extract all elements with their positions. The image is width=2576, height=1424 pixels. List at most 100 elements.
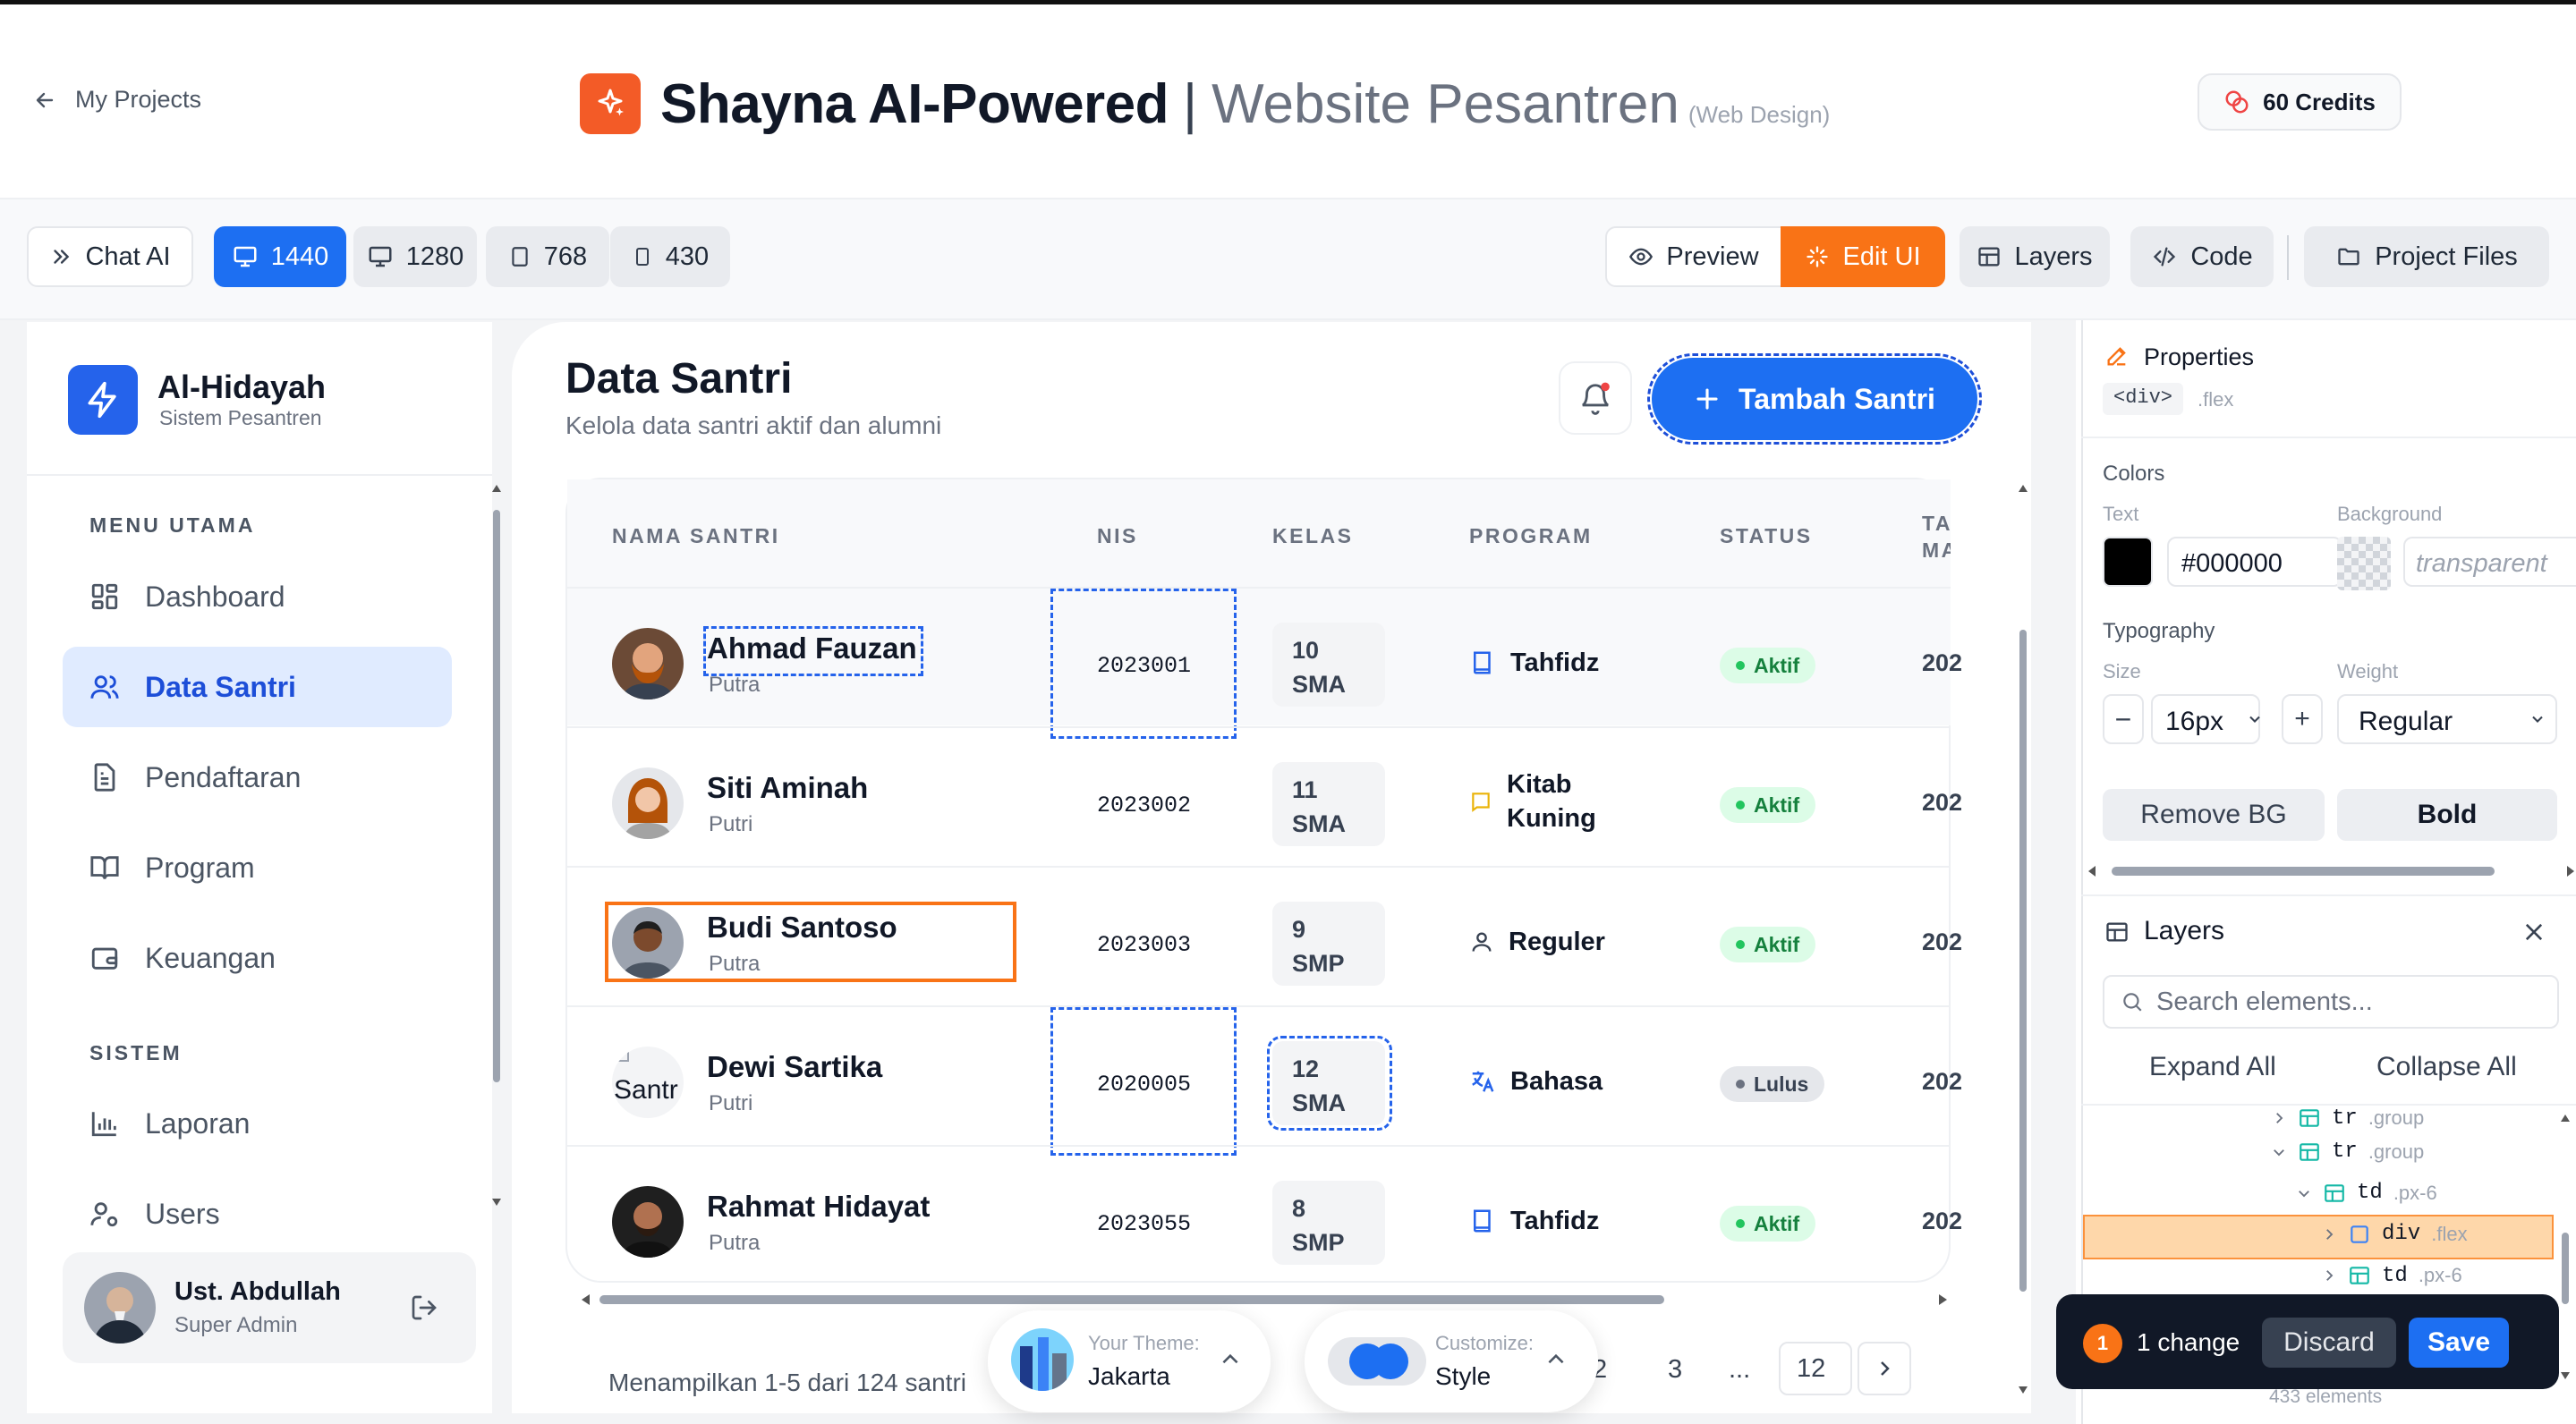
theme-label: Your Theme: <box>1088 1332 1200 1354</box>
customize-selector[interactable]: Customize: Style <box>1305 1310 1598 1412</box>
page-button-12[interactable]: 12 <box>1779 1342 1852 1395</box>
preview-label: Preview <box>1666 242 1759 271</box>
collapse-all-button[interactable]: Collapse All <box>2376 1052 2517 1082</box>
layers-search-input[interactable]: Search elements... <box>2103 975 2559 1029</box>
kelas-grade: 11 <box>1292 776 1318 803</box>
width-1280-button[interactable]: 1280 <box>353 226 477 287</box>
user-icon <box>1469 929 1494 954</box>
remove-bg-button[interactable]: Remove BG <box>2103 789 2325 841</box>
layer-tree-item-selected[interactable]: div .flex <box>2321 1222 2468 1246</box>
chat-ai-button[interactable]: Chat AI <box>27 226 193 287</box>
column-header-tahun: TAH <box>1922 512 1951 535</box>
sidebar-item-label: Pendaftaran <box>145 760 302 793</box>
status-label: Aktif <box>1754 793 1800 817</box>
credits-badge[interactable]: 60 Credits <box>2198 73 2402 131</box>
element-tag: <div> <box>2103 383 2184 415</box>
column-header-nis: NIS <box>1097 524 1138 547</box>
sidebar-item-keuangan[interactable]: Keuangan <box>63 918 452 998</box>
toggle-icon <box>1328 1337 1426 1386</box>
status-label: Aktif <box>1754 1211 1800 1235</box>
chevron-down-icon <box>2296 1185 2312 1201</box>
avatar-alt-text: Santr <box>614 1075 678 1105</box>
properties-horizontal-scrollbar[interactable] <box>2087 862 2576 880</box>
element-class: .flex <box>2198 388 2234 411</box>
santri-kelas: 8 SMP <box>1272 1181 1385 1265</box>
width-1440-label: 1440 <box>270 242 329 271</box>
preview-button[interactable]: Preview <box>1605 226 1782 287</box>
sidebar-scrollbar[interactable] <box>490 483 503 1208</box>
brand-name: Al-Hidayah <box>157 369 327 405</box>
avatar <box>612 907 684 979</box>
book-marked-icon <box>1469 790 1492 813</box>
layers-vertical-scrollbar[interactable] <box>2559 1113 2572 1381</box>
program-label: Tahfidz <box>1510 1207 1600 1235</box>
layer-tree-item[interactable]: td .px-6 <box>2296 1181 2437 1205</box>
layer-class: .flex <box>2431 1222 2468 1245</box>
width-430-button[interactable]: 430 <box>610 226 730 287</box>
sidebar-item-dashboard[interactable]: Dashboard <box>63 556 452 637</box>
background-color-swatch[interactable] <box>2337 537 2391 590</box>
width-1440-button[interactable]: 1440 <box>214 226 346 287</box>
width-430-label: 430 <box>665 242 710 271</box>
table-horizontal-scrollbar[interactable] <box>580 1292 1949 1308</box>
theme-value: Jakarta <box>1088 1362 1170 1390</box>
unsaved-changes-bar: 1 1 change Discard Save <box>2056 1294 2559 1389</box>
title-separator: | <box>1183 72 1198 135</box>
code-button[interactable]: Code <box>2130 226 2274 287</box>
notification-button[interactable] <box>1559 361 1632 435</box>
expand-all-button[interactable]: Expand All <box>2149 1052 2276 1082</box>
properties-title: Properties <box>2144 343 2255 370</box>
layer-tree-item[interactable]: td .px-6 <box>2321 1263 2462 1288</box>
width-1280-label: 1280 <box>405 242 464 271</box>
logout-icon[interactable] <box>410 1293 438 1322</box>
close-icon[interactable] <box>2521 920 2546 945</box>
sidebar-item-program[interactable]: Program <box>63 827 452 908</box>
next-page-button[interactable] <box>1858 1342 1911 1395</box>
width-768-button[interactable]: 768 <box>486 226 609 287</box>
user-role: Super Admin <box>174 1313 298 1337</box>
theme-selector[interactable]: Your Theme: Jakarta <box>988 1310 1271 1412</box>
kelas-grade: 8 <box>1292 1195 1306 1222</box>
background-color-input[interactable]: transparent <box>2403 537 2576 587</box>
weight-select[interactable]: Regular <box>2337 694 2557 744</box>
table-cell-icon <box>2323 1182 2346 1205</box>
size-select[interactable]: 16px <box>2151 694 2260 744</box>
status-label: Aktif <box>1754 932 1800 956</box>
status-badge: Aktif <box>1720 787 1816 823</box>
size-decrease-button[interactable]: − <box>2103 694 2144 744</box>
page-ellipsis: ... <box>1729 1355 1751 1384</box>
page-button-3[interactable]: 3 <box>1668 1355 1682 1385</box>
search-placeholder: Search elements... <box>2156 987 2373 1016</box>
sidebar-item-pendaftaran[interactable]: Pendaftaran <box>63 737 452 818</box>
discard-button[interactable]: Discard <box>2262 1318 2396 1368</box>
santri-gender: Putri <box>709 1091 753 1115</box>
chevron-down-icon <box>2246 710 2264 728</box>
project-files-button[interactable]: Project Files <box>2304 226 2549 287</box>
bold-button[interactable]: Bold <box>2337 789 2557 841</box>
sidebar-item-laporan[interactable]: Laporan <box>63 1083 452 1164</box>
search-icon <box>2121 990 2144 1013</box>
layer-tree-item[interactable]: tr .group <box>2271 1106 2424 1131</box>
credits-label: 60 Credits <box>2263 88 2376 115</box>
layers-button[interactable]: Layers <box>1960 226 2110 287</box>
selection-outline <box>1050 589 1237 739</box>
back-to-projects-link[interactable]: My Projects <box>34 86 201 114</box>
add-santri-button[interactable]: Tambah Santri <box>1647 353 1982 445</box>
chat-ai-label: Chat AI <box>85 242 171 271</box>
santri-year: 202 <box>1922 1068 1963 1095</box>
arrow-left-icon <box>34 89 55 111</box>
text-color-swatch[interactable] <box>2103 537 2153 587</box>
table-row-icon <box>2298 1106 2321 1130</box>
book-icon <box>1469 1208 1496 1234</box>
size-increase-button[interactable]: + <box>2282 694 2323 744</box>
layer-tree-item[interactable]: tr .group <box>2271 1140 2424 1164</box>
canvas-vertical-scrollbar[interactable] <box>2017 483 2029 1395</box>
layer-class: .group <box>2368 1106 2425 1129</box>
sidebar-item-data-santri[interactable]: Data Santri <box>63 647 452 727</box>
edit-ui-button[interactable]: Edit UI <box>1781 226 1945 287</box>
sidebar-item-users[interactable]: Users <box>63 1174 452 1254</box>
save-button[interactable]: Save <box>2409 1318 2509 1368</box>
title-sub: Website Pesantren <box>1211 72 1679 135</box>
status-badge: Lulus <box>1720 1066 1825 1102</box>
text-color-input[interactable]: #000000 <box>2167 537 2342 587</box>
